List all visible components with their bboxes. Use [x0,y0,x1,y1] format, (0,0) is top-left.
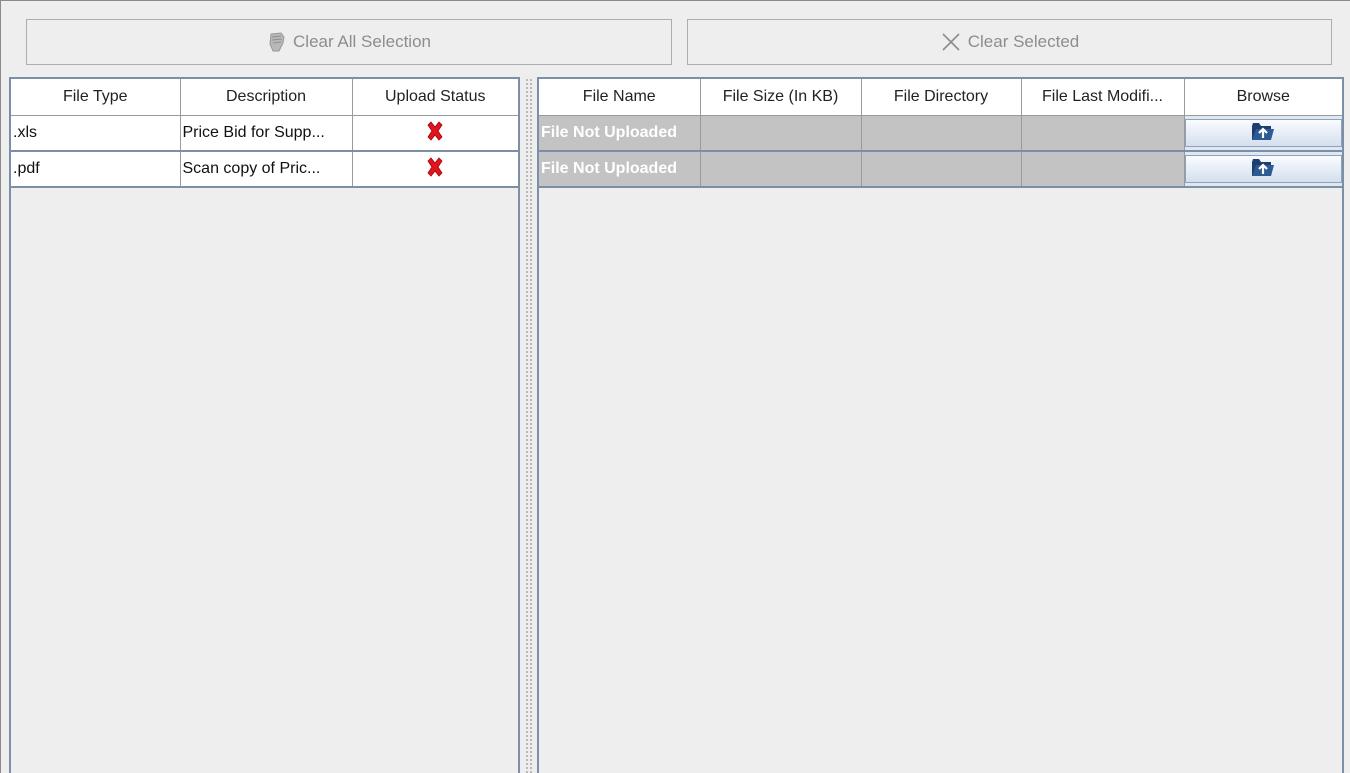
clear-all-selection-label: Clear All Selection [293,32,431,51]
close-icon [940,31,962,53]
column-header-file-directory[interactable]: File Directory [861,79,1022,116]
file-types-panel: File Type Description Upload Status .xls… [9,77,520,773]
column-header-file-last-modified[interactable]: File Last Modifi... [1021,79,1185,116]
top-frame-border [0,0,1350,1]
uploaded-files-panel: File Name File Size (In KB) File Directo… [537,77,1344,773]
column-header-file-name[interactable]: File Name [539,79,701,116]
file-type-cell[interactable]: .xls [11,115,181,152]
column-header-file-size[interactable]: File Size (In KB) [700,79,862,116]
file-size-cell[interactable] [700,115,862,152]
browse-button[interactable] [1184,155,1342,183]
file-directory-cell[interactable] [861,115,1022,152]
table-row[interactable]: File Not Uploaded [539,151,1342,188]
description-cell[interactable]: Scan copy of Pric... [180,151,353,188]
upload-status-cell[interactable] [352,115,518,152]
column-header-file-type[interactable]: File Type [11,79,181,116]
browse-cell[interactable] [1184,151,1342,188]
table-row[interactable]: .pdf Scan copy of Pric... [11,151,518,188]
file-type-cell[interactable]: .pdf [11,151,181,188]
clear-selected-button[interactable]: Clear Selected [687,19,1332,65]
file-name-cell[interactable]: File Not Uploaded [539,151,701,188]
table-row[interactable]: .xls Price Bid for Supp... [11,115,518,152]
uploaded-files-table: File Name File Size (In KB) File Directo… [539,79,1342,188]
browse-cell[interactable] [1184,115,1342,152]
description-cell[interactable]: Price Bid for Supp... [180,115,353,152]
folder-upload-icon [1251,157,1275,182]
eraser-icon [267,31,287,53]
red-x-icon [425,156,445,182]
upload-status-cell[interactable] [352,151,518,188]
file-last-modified-cell[interactable] [1021,151,1185,188]
column-header-browse[interactable]: Browse [1184,79,1342,116]
column-header-upload-status[interactable]: Upload Status [352,79,518,116]
browse-button[interactable] [1184,119,1342,147]
clear-all-selection-button[interactable]: Clear All Selection [26,19,672,65]
split-pane-divider[interactable] [524,77,534,773]
left-frame-border [0,0,1,773]
file-last-modified-cell[interactable] [1021,115,1185,152]
file-types-table: File Type Description Upload Status .xls… [11,79,518,188]
red-x-icon [425,120,445,146]
table-header-row: File Type Description Upload Status [11,79,518,116]
folder-upload-icon [1251,121,1275,146]
table-header-row: File Name File Size (In KB) File Directo… [539,79,1342,116]
file-name-cell[interactable]: File Not Uploaded [539,115,701,152]
table-row[interactable]: File Not Uploaded [539,115,1342,152]
clear-selected-label: Clear Selected [967,32,1080,51]
file-directory-cell[interactable] [861,151,1022,188]
column-header-description[interactable]: Description [180,79,353,116]
file-size-cell[interactable] [700,151,862,188]
